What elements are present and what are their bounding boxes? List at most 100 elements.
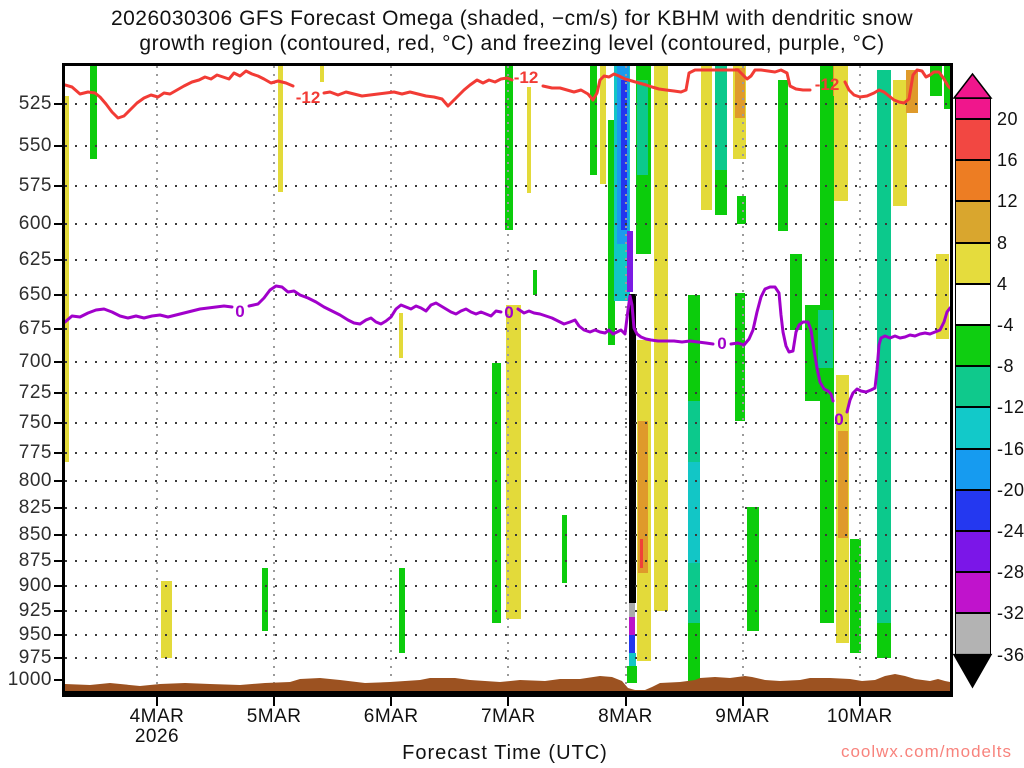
colorbar-swatch [955,98,991,119]
y-tick-label: 650 [18,284,52,306]
x-tick-sublabel: 2026 [134,726,180,747]
y-tick-label: 600 [18,212,52,234]
omega-band [687,461,701,563]
omega-band [629,293,636,603]
colorbar-swatch [955,160,991,202]
y-tick-mark [54,294,62,297]
x-tick-mark [858,695,861,706]
y-tick-mark [54,327,62,330]
colorbar-tick-label: -8 [997,356,1015,377]
day-gridline [273,66,276,691]
colorbar-tick-label: -36 [997,644,1024,665]
omega-band [319,66,325,82]
omega-band [653,66,668,611]
x-tick-label: 8MAR [598,706,653,727]
plot-area [65,66,950,691]
x-tick-label: 4MAR [129,706,185,727]
y-tick-label: 675 [18,317,52,339]
x-tick-mark [156,695,158,706]
colorbar-swatch [955,572,991,614]
y-tick-mark [54,360,62,363]
day-gridline [507,66,510,691]
colorbar-swatch [955,242,991,284]
day-gridline [156,66,158,691]
y-tick-label: 700 [18,350,52,372]
colorbar-swatch [955,613,991,655]
omega-band [590,66,598,175]
colorbar-tick-label: 20 [997,109,1019,129]
omega-band [687,563,701,624]
omega-band [160,581,173,658]
colorbar-swatch [955,283,991,325]
omega-band [687,623,701,683]
colorbar-tick-label: -32 [997,603,1024,624]
y-tick-mark [54,534,62,536]
colorbar-tick-label: -28 [997,562,1024,583]
chart-title-line1: 2026030306 GFS Forecast Omega (shaded, −… [110,7,914,30]
y-tick-label: 550 [18,134,52,156]
x-tick-mark [390,695,393,706]
colorbar-swatch [955,325,991,367]
omega-band [629,653,636,666]
y-tick-label: 725 [18,381,52,403]
y-tick-mark [54,222,62,225]
y-tick-label: 850 [18,524,52,545]
x-tick-label: 7MAR [480,706,536,727]
colorbar-swatch [955,531,991,573]
omega-band [700,66,713,211]
y-tick-mark [54,184,62,187]
x-tick-label: 5MAR [246,706,302,727]
omega-band [877,623,892,658]
y-tick-label: 575 [18,174,52,196]
watermark-link[interactable]: coolwx.com/modelts [841,742,1012,762]
y-tick-mark [54,103,62,106]
x-tick-label: 9MAR [715,706,771,727]
chart-title-line2: growth region (contoured, red, °C) and f… [139,32,885,55]
omega-band [817,310,833,368]
y-tick-mark [54,633,62,636]
colorbar-tick-label: -4 [997,315,1015,335]
y-tick-mark [54,609,62,612]
y-tick-label: 750 [18,412,52,434]
y-tick-mark [54,259,62,262]
omega-band [639,539,644,568]
colorbar-tick-label: -16 [997,438,1024,459]
omega-band [687,295,701,402]
y-tick-label: 975 [18,646,52,668]
colorbar-tick-label: -12 [997,397,1024,418]
y-tick-label: 875 [18,550,52,571]
omega-band [935,254,949,340]
colorbar-arrow-down [952,653,993,689]
x-tick-mark [507,695,510,706]
y-tick-mark [54,451,62,454]
y-tick-mark [54,560,62,562]
omega-band [905,69,919,113]
y-tick-label: 825 [18,497,52,519]
y-tick-mark [54,679,62,682]
colorbar-tick-label: 4 [997,273,1008,294]
omega-band [562,514,567,584]
colorbar-tick-label: 16 [997,150,1019,171]
colorbar-arrow-up [952,72,993,99]
x-tick-mark [741,695,744,706]
omega-band [714,169,728,215]
y-tick-label: 775 [18,441,52,463]
omega-band [629,635,635,654]
day-gridline [390,66,393,691]
colorbar-swatch [955,407,991,449]
omega-band [834,66,849,201]
colorbar-swatch [955,448,991,490]
y-tick-mark [54,656,62,659]
chart-title: 2026030306 GFS Forecast Omega (shaded, −… [0,6,1024,56]
colorbar-swatch [955,366,991,408]
omega-band [714,66,728,170]
colorbar-swatch [955,489,991,531]
colorbar-tick-label: 8 [997,232,1008,253]
omega-band [626,665,638,683]
omega-band [837,431,848,539]
omega-band [492,362,502,624]
y-tick-mark [54,479,62,482]
x-axis-title: Forecast Time (UTC) [402,742,608,764]
colorbar-tick-label: -20 [997,479,1024,500]
omega-band [877,69,892,624]
